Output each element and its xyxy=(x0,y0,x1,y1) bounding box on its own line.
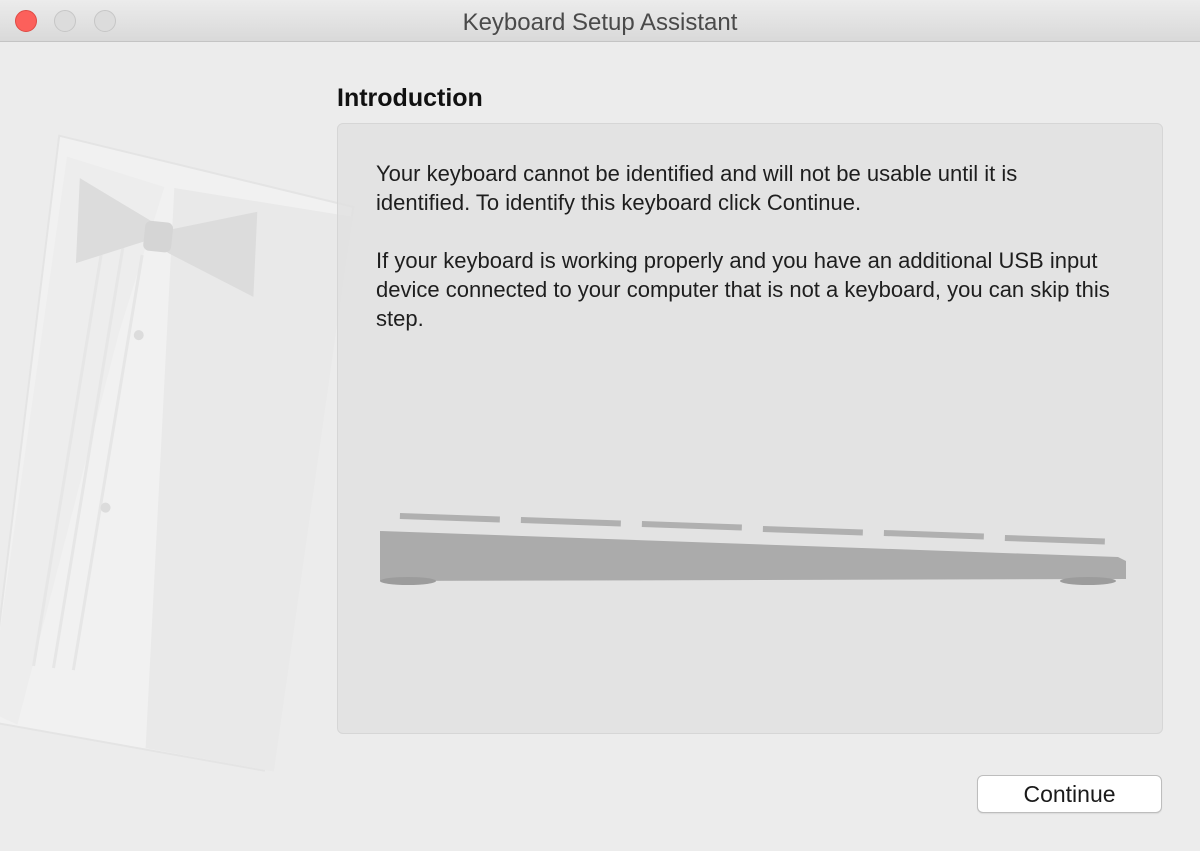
skip-paragraph: If your keyboard is working properly and… xyxy=(376,248,1110,331)
keyboard-setup-window: Keyboard Setup Assistant Introduction Yo… xyxy=(0,0,1200,851)
continue-button[interactable]: Continue xyxy=(977,775,1162,813)
content-panel: Your keyboard cannot be identified and w… xyxy=(337,123,1163,734)
keyboard-side-view-icon xyxy=(380,513,1126,585)
page-heading: Introduction xyxy=(337,84,483,112)
intro-paragraph: Your keyboard cannot be identified and w… xyxy=(376,161,1018,215)
window-title: Keyboard Setup Assistant xyxy=(462,9,738,36)
title-bar[interactable]: Keyboard Setup Assistant xyxy=(0,0,1200,42)
